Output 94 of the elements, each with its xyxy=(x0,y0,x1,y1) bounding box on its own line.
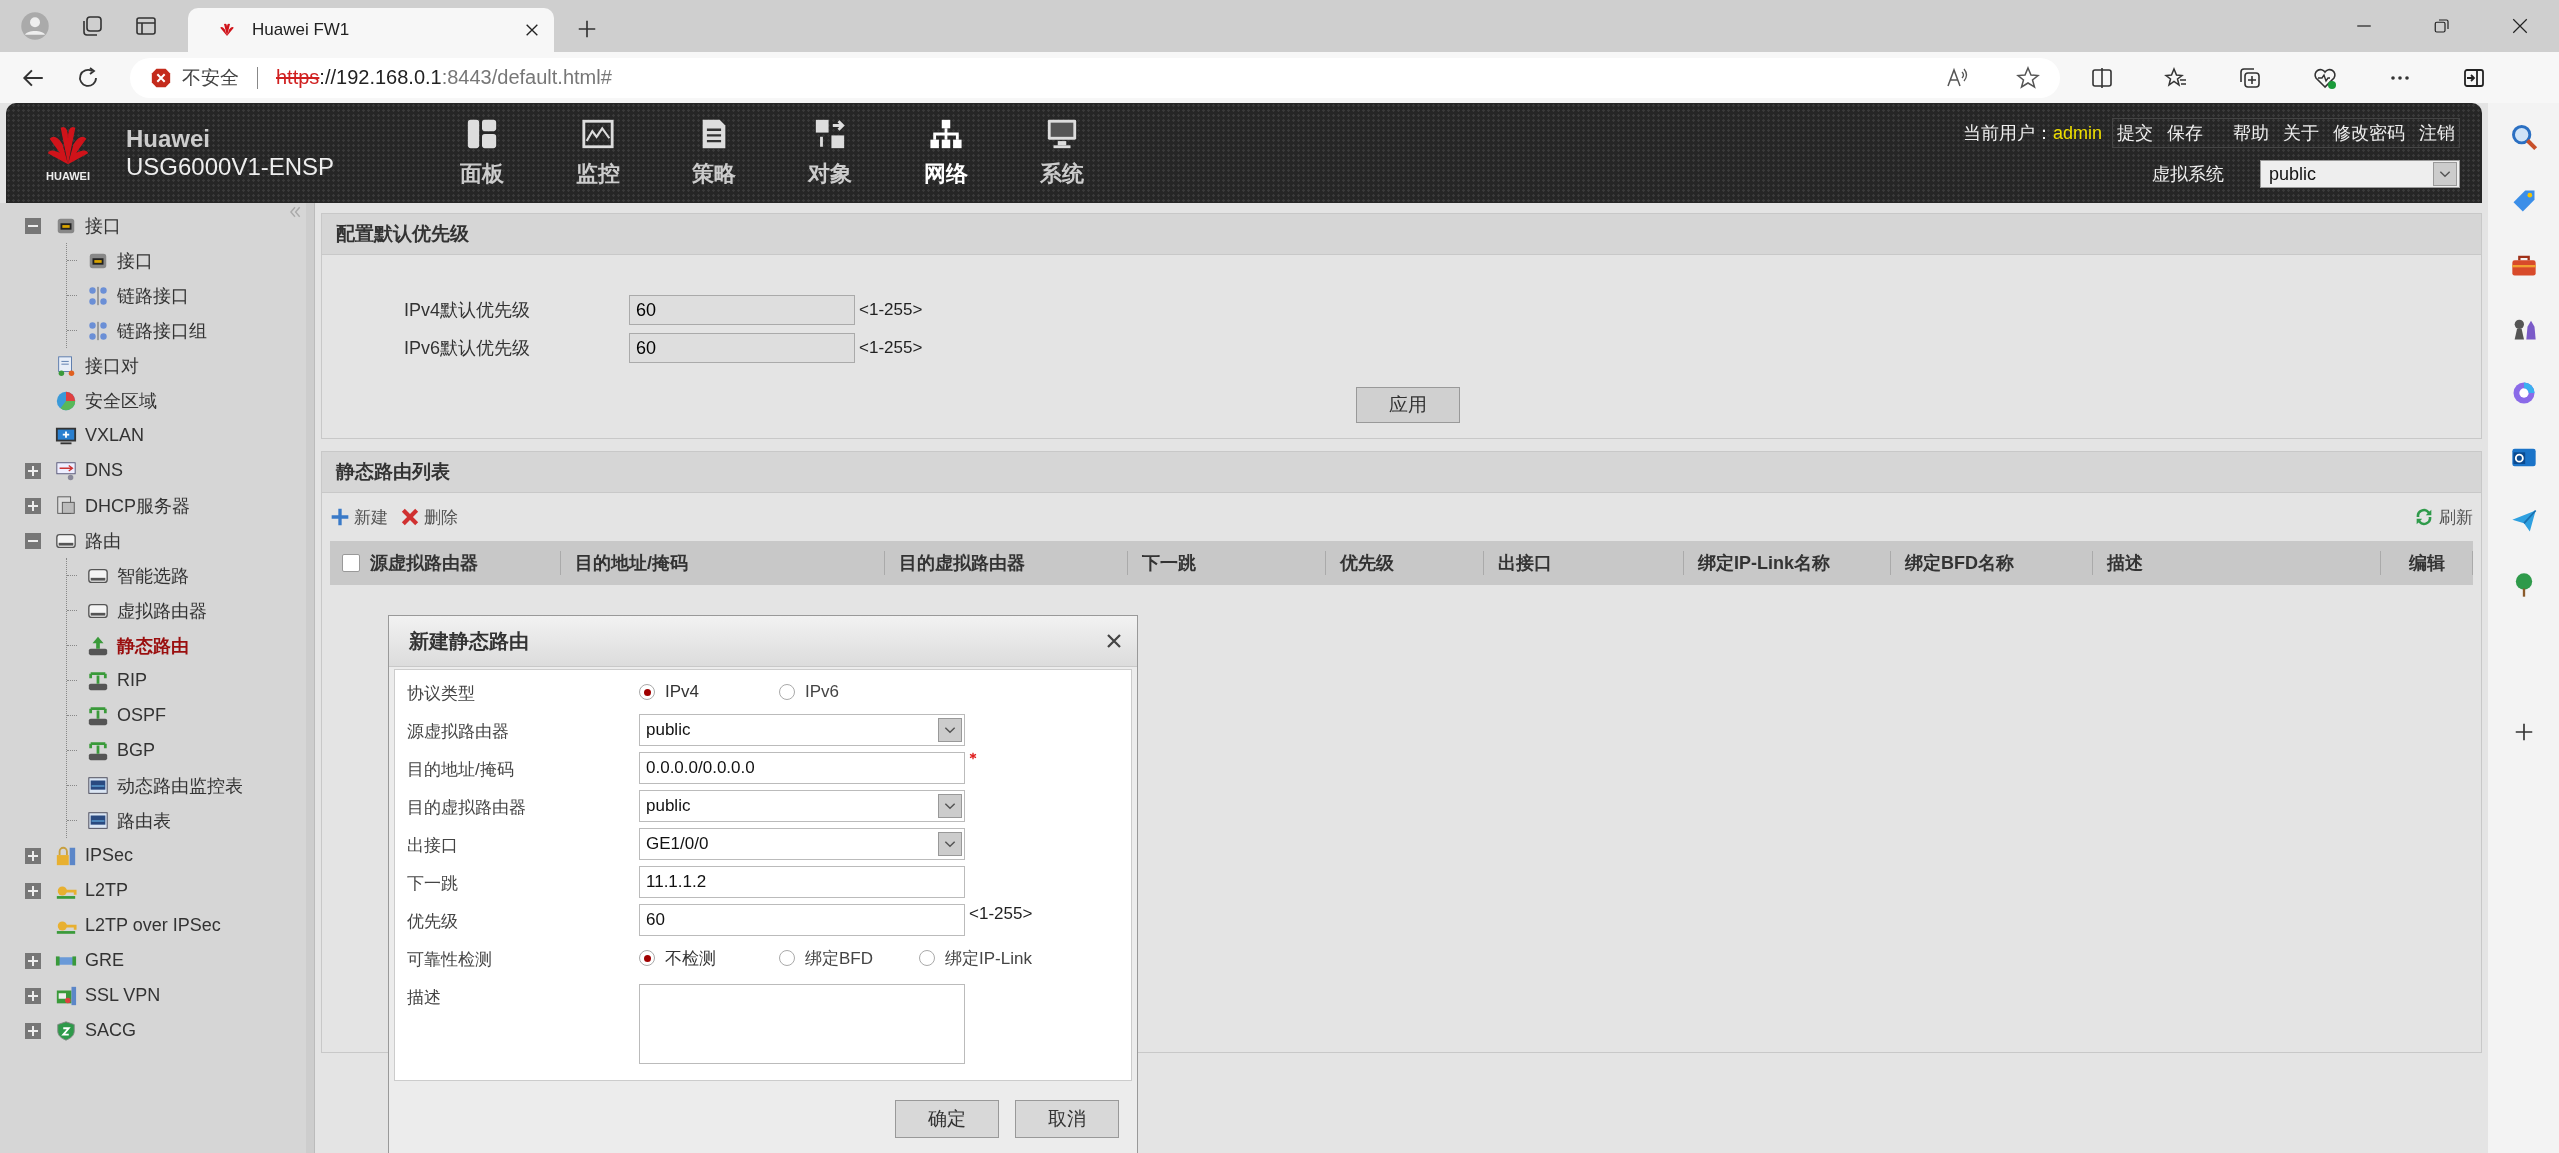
input-field[interactable]: 0.0.0.0/0.0.0.0 xyxy=(639,752,965,784)
range-hint: <1-255> xyxy=(859,300,923,320)
panel-title: 静态路由列表 xyxy=(336,460,450,484)
column-header: 目的地址/掩码 xyxy=(560,551,884,575)
delete-button[interactable]: 删除 xyxy=(400,505,458,529)
column-header: 绑定BFD名称 xyxy=(1890,551,2092,575)
ok-button[interactable]: 确定 xyxy=(895,1099,999,1138)
tree-item[interactable]: IPSec xyxy=(55,844,134,867)
vsys-label: 虚拟系统 xyxy=(2152,163,2224,186)
tree-item[interactable]: 接口 xyxy=(55,213,121,238)
tree-item[interactable]: 智能选路 xyxy=(79,563,189,588)
form-label: 优先级 xyxy=(407,911,459,933)
tree-item[interactable]: 接口 xyxy=(79,248,153,273)
tree-item[interactable]: 链路接口组 xyxy=(79,318,207,343)
input-field[interactable]: 11.1.1.2 xyxy=(639,866,965,898)
address-bar[interactable]: 不安全 https://192.168.0.1:8443/default.html# xyxy=(130,57,2060,98)
radio-option[interactable]: IPv6 xyxy=(779,682,919,702)
header-link[interactable]: 提交 xyxy=(2117,121,2153,145)
tree-item[interactable]: 链路接口 xyxy=(79,283,189,308)
column-header: 目的虚拟路由器 xyxy=(884,551,1127,575)
column-header: 绑定IP-Link名称 xyxy=(1683,551,1890,575)
select-field[interactable]: public xyxy=(639,714,965,746)
nav-tab[interactable]: 对象 xyxy=(772,109,888,197)
tree-item[interactable]: BGP xyxy=(79,739,155,762)
header-link[interactable]: 注销 xyxy=(2419,121,2455,145)
form-label: 描述 xyxy=(407,987,442,1009)
tree-item[interactable]: DNS xyxy=(55,459,123,482)
panel-title: 配置默认优先级 xyxy=(336,222,469,246)
refresh-button[interactable]: 刷新 xyxy=(2413,505,2473,529)
form-label: 协议类型 xyxy=(407,683,476,705)
tree-item[interactable]: RIP xyxy=(79,669,147,692)
browser-tab[interactable]: Huawei FW1 xyxy=(188,8,554,52)
url-text: https://192.168.0.1:8443/default.html# xyxy=(276,66,612,89)
tree-item[interactable]: OSPF xyxy=(79,704,166,727)
select-field[interactable]: GE1/0/0 xyxy=(639,828,965,860)
header-link[interactable]: 保存 xyxy=(2167,121,2203,145)
vsys-select[interactable]: public xyxy=(2260,160,2460,188)
range-hint: <1-255> xyxy=(859,338,923,358)
brand-name: Huawei xyxy=(126,125,212,153)
column-header: 优先级 xyxy=(1325,551,1483,575)
input-field[interactable]: 60 xyxy=(629,295,855,325)
dialog-title: 新建静态路由 xyxy=(409,628,530,654)
header-link[interactable]: 帮助 xyxy=(2233,121,2269,145)
radio-option[interactable]: 绑定BFD xyxy=(779,946,919,970)
tree-item[interactable]: 路由表 xyxy=(79,808,171,833)
tree-item[interactable]: VXLAN xyxy=(55,424,145,447)
radio-option[interactable]: 不检测 xyxy=(639,946,779,970)
nav-tab[interactable]: 策略 xyxy=(656,109,772,197)
input-field[interactable]: 60 xyxy=(639,904,965,936)
user-label: 当前用户： xyxy=(1962,122,2053,145)
tab-title: Huawei FW1 xyxy=(252,20,351,40)
column-header: 描述 xyxy=(2092,551,2380,575)
form-label: 源虚拟路由器 xyxy=(407,721,510,743)
add-button[interactable]: 新建 xyxy=(330,505,388,529)
apply-button[interactable]: 应用 xyxy=(1356,387,1460,423)
tree-item[interactable]: 安全区域 xyxy=(55,388,157,413)
field-label: IPv4默认优先级 xyxy=(404,299,532,322)
tree-item[interactable]: L2TP xyxy=(55,879,129,902)
user-name: admin xyxy=(2052,122,2102,144)
column-header: 编辑 xyxy=(2380,551,2473,575)
radio-option[interactable]: 绑定IP-Link xyxy=(919,946,1059,970)
tree-item[interactable]: L2TP over IPSec xyxy=(55,914,221,937)
tree-item[interactable]: 静态路由 xyxy=(79,633,189,658)
nav-tab[interactable]: 监控 xyxy=(540,109,656,197)
tree-item[interactable]: 虚拟路由器 xyxy=(79,598,207,623)
form-label: 目的虚拟路由器 xyxy=(407,797,527,819)
tree-item[interactable]: 路由 xyxy=(55,528,121,553)
tree-item[interactable]: SSL VPN xyxy=(55,984,161,1007)
field-label: IPv6默认优先级 xyxy=(404,337,532,360)
form-label: 目的地址/掩码 xyxy=(407,759,515,781)
header-link[interactable]: 关于 xyxy=(2283,121,2319,145)
tree-item[interactable]: SACG xyxy=(55,1019,136,1042)
header-link[interactable]: 修改密码 xyxy=(2333,121,2405,145)
security-label: 不安全 xyxy=(182,65,239,90)
nav-tab[interactable]: 系统 xyxy=(1004,109,1120,197)
select-field[interactable]: public xyxy=(639,790,965,822)
radio-option[interactable]: IPv4 xyxy=(639,682,779,702)
logo-text: HUAWEI xyxy=(46,170,90,182)
nav-tab[interactable]: 网络 xyxy=(888,109,1004,197)
tree-item[interactable]: GRE xyxy=(55,949,124,972)
form-label: 出接口 xyxy=(407,835,459,857)
nav-tab[interactable]: 面板 xyxy=(424,109,540,197)
tree-item[interactable]: 接口对 xyxy=(55,353,139,378)
tree-item[interactable]: 动态路由监控表 xyxy=(79,773,243,798)
device-model: USG6000V1-ENSP xyxy=(126,153,336,181)
form-label: 可靠性检测 xyxy=(407,949,493,971)
form-label: 下一跳 xyxy=(407,873,459,895)
column-header: 下一跳 xyxy=(1127,551,1325,575)
tree-item[interactable]: DHCP服务器 xyxy=(55,493,190,518)
cancel-button[interactable]: 取消 xyxy=(1015,1099,1119,1138)
column-header: 源虚拟路由器 xyxy=(370,552,478,575)
range-hint: <1-255> xyxy=(969,904,1033,924)
column-header: 出接口 xyxy=(1483,551,1683,575)
input-field[interactable]: 60 xyxy=(629,333,855,363)
